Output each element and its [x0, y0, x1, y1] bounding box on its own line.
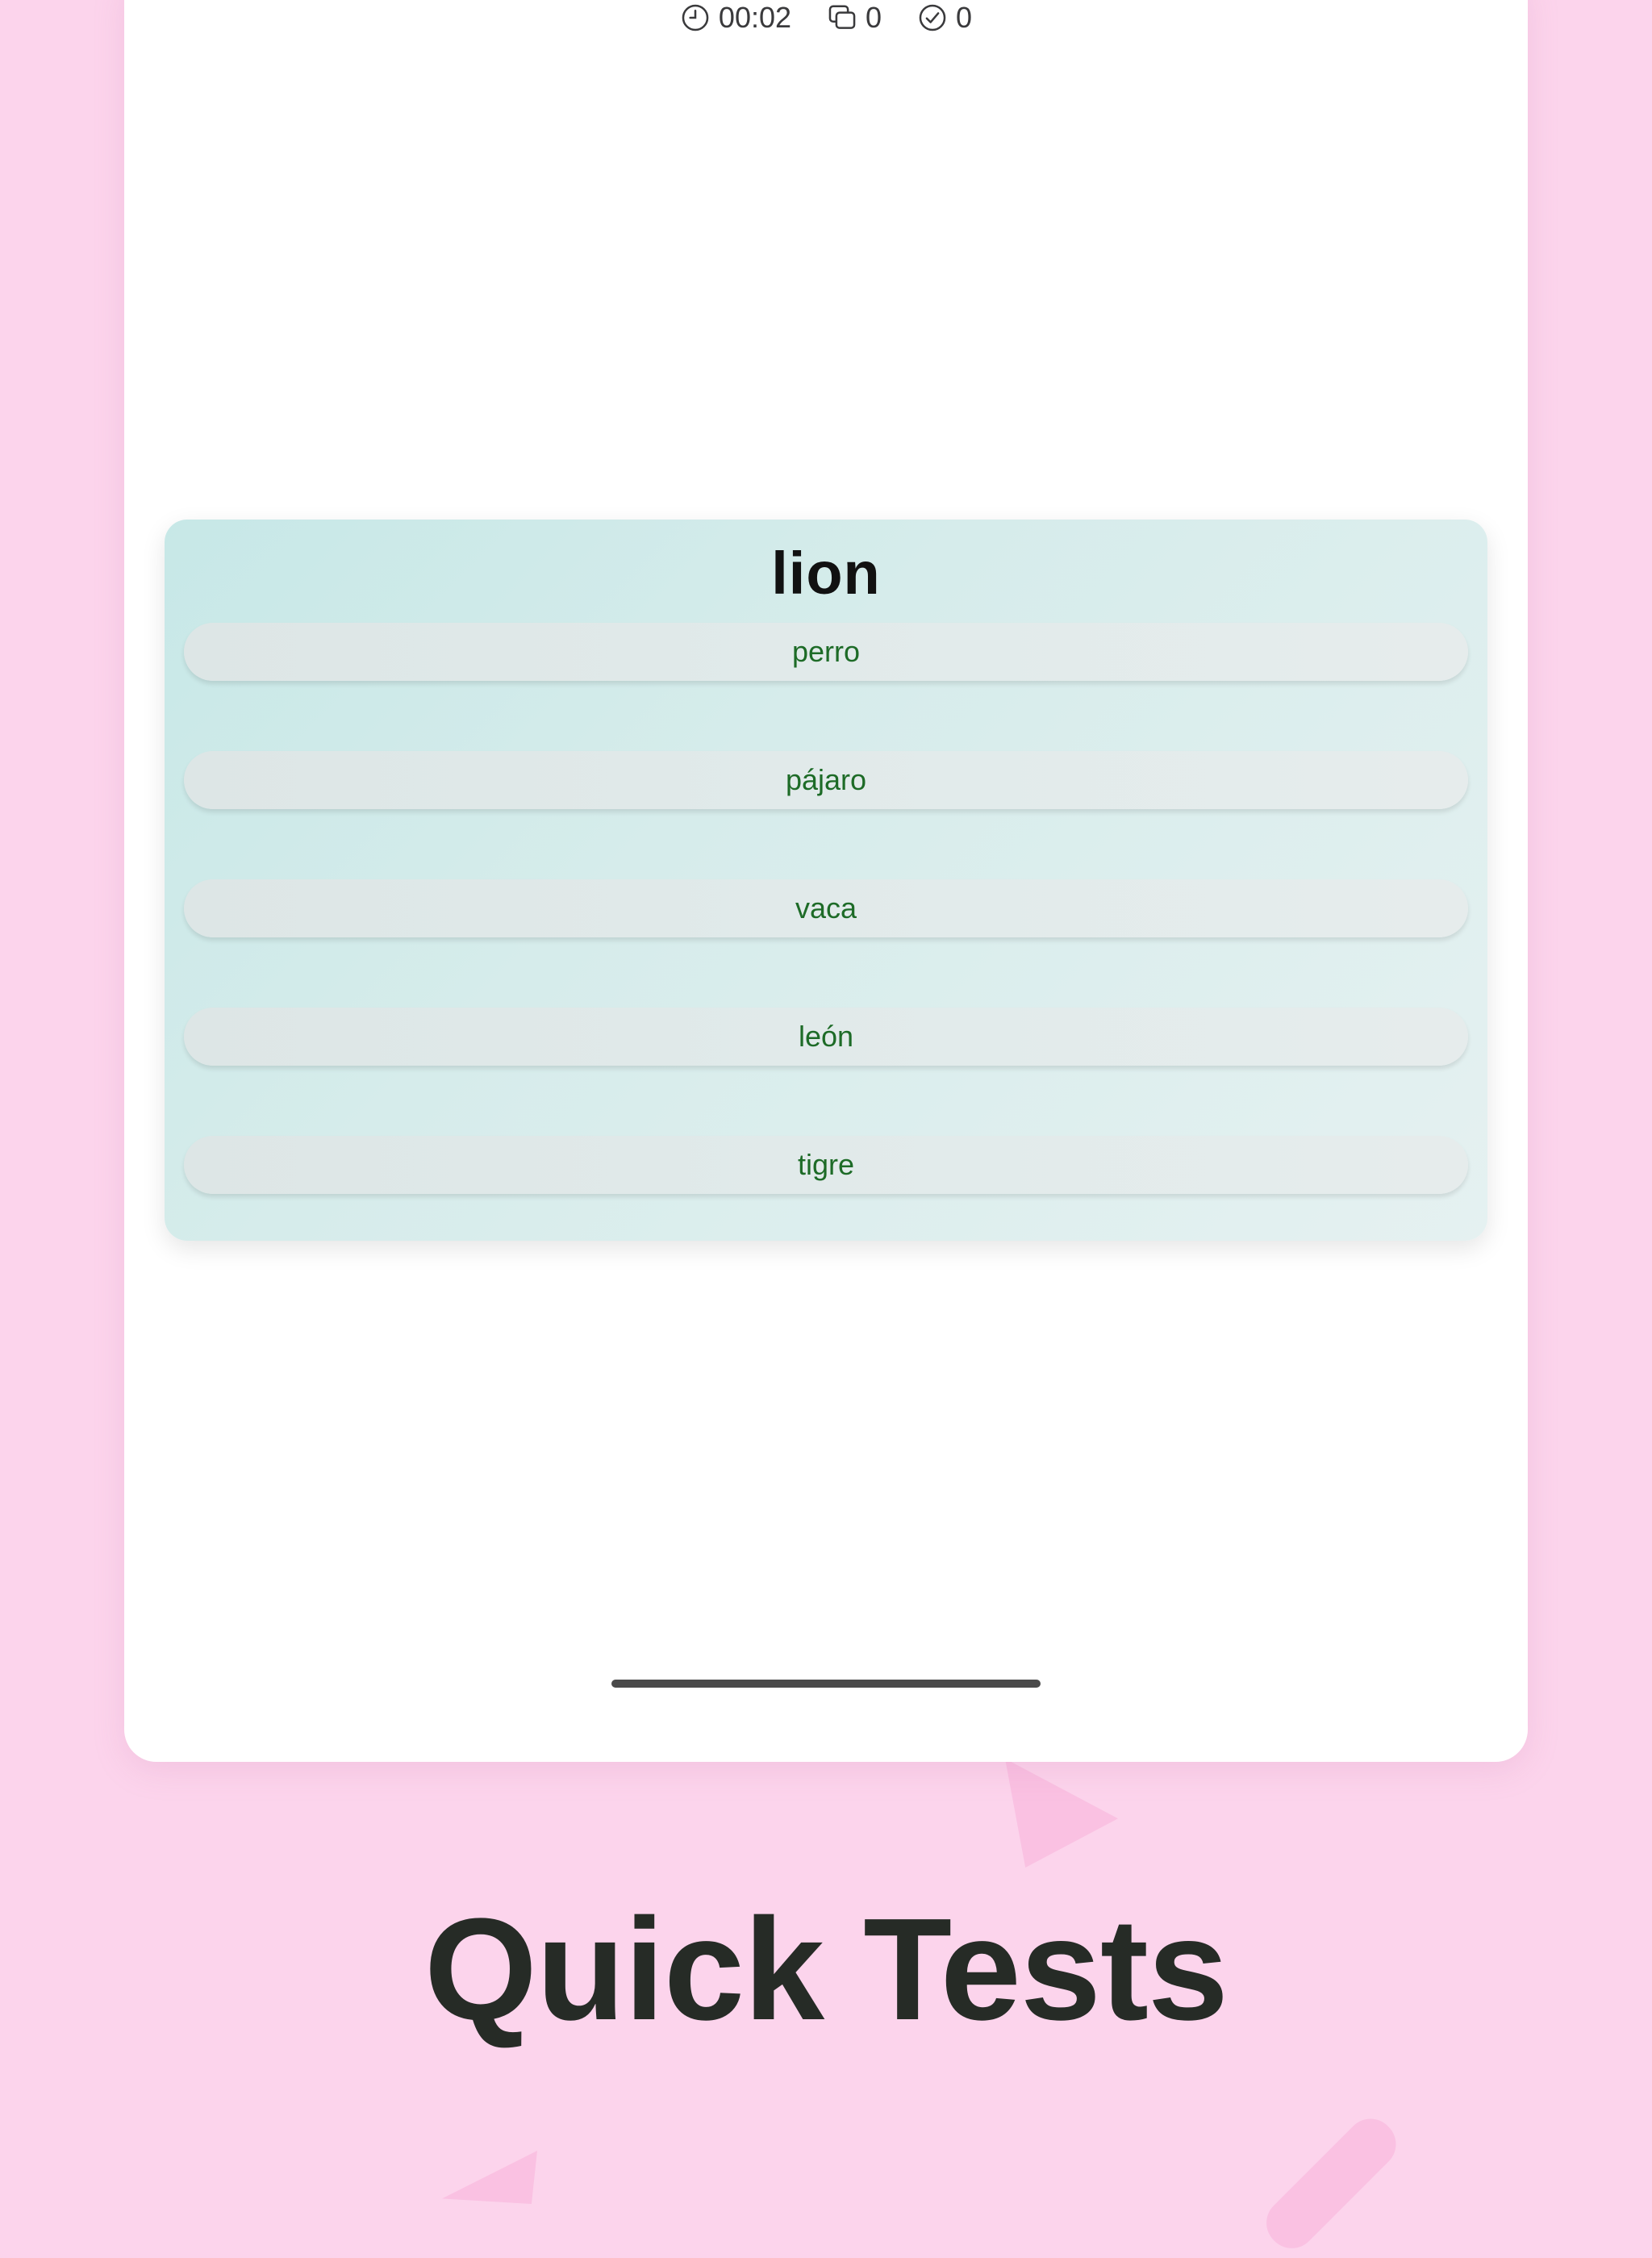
- quiz-card: lion perro pájaro vaca león tigre: [165, 520, 1487, 1241]
- answer-option-tigre[interactable]: tigre: [184, 1136, 1468, 1194]
- decorative-bar: [1256, 2109, 1406, 2258]
- clock-icon: [680, 2, 711, 33]
- device-screen: 00:02 0 0 lion perro pájaro vaca león ti…: [124, 0, 1528, 1762]
- cards-stat: 0: [827, 1, 882, 35]
- answer-option-pajaro[interactable]: pájaro: [184, 751, 1468, 809]
- checkmark-circle-icon: [917, 2, 948, 33]
- correct-count: 0: [956, 1, 973, 34]
- answer-option-perro[interactable]: perro: [184, 623, 1468, 681]
- stats-bar: 00:02 0 0: [124, 0, 1528, 35]
- answer-option-leon[interactable]: león: [184, 1008, 1468, 1066]
- promo-headline: Quick Tests: [423, 1889, 1229, 2051]
- answer-option-vaca[interactable]: vaca: [184, 879, 1468, 937]
- home-indicator[interactable]: [611, 1680, 1041, 1688]
- cards-icon: [827, 2, 857, 33]
- timer-value: 00:02: [718, 1, 792, 34]
- question-word: lion: [771, 539, 881, 607]
- decorative-triangle: [442, 2151, 537, 2204]
- cards-count: 0: [866, 1, 882, 34]
- timer-stat: 00:02: [680, 1, 791, 35]
- correct-stat: 0: [917, 1, 972, 35]
- decorative-triangle: [1005, 1759, 1118, 1868]
